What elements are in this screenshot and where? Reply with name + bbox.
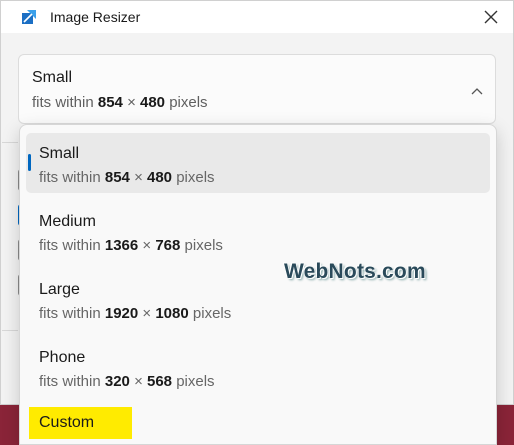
option-description: fits within 320 × 568 pixels	[39, 373, 215, 390]
size-options-list: Small fits within 854 × 480 pixels Mediu…	[19, 124, 497, 445]
close-icon	[484, 10, 498, 24]
option-description: fits within 854 × 480 pixels	[39, 169, 215, 186]
divider	[2, 330, 18, 331]
chevron-up-icon	[471, 82, 483, 100]
size-dropdown[interactable]: Small fits within 854 × 480 pixels	[18, 54, 496, 124]
size-option-medium[interactable]: Medium fits within 1366 × 768 pixels	[26, 201, 490, 261]
watermark: WebNots.com	[284, 260, 426, 283]
window-title: Image Resizer	[50, 9, 141, 25]
selected-size-description: fits within 854 × 480 pixels	[32, 94, 208, 111]
divider	[2, 142, 18, 143]
option-name: Phone	[39, 349, 86, 366]
size-option-custom[interactable]: Custom	[26, 405, 490, 439]
option-description: fits within 1920 × 1080 pixels	[39, 305, 232, 322]
image-resizer-icon	[22, 10, 36, 24]
option-description: fits within 1366 × 768 pixels	[39, 237, 223, 254]
size-option-phone[interactable]: Phone fits within 320 × 568 pixels	[26, 337, 490, 397]
option-name: Small	[39, 145, 80, 162]
option-name: Large	[39, 281, 80, 298]
close-button[interactable]	[477, 3, 505, 31]
size-option-small[interactable]: Small fits within 854 × 480 pixels	[26, 133, 490, 193]
option-name: Custom	[39, 414, 95, 431]
title-bar: Image Resizer	[1, 1, 513, 33]
selection-indicator	[28, 154, 31, 171]
option-name: Medium	[39, 213, 96, 230]
selected-size-name: Small	[32, 69, 73, 86]
